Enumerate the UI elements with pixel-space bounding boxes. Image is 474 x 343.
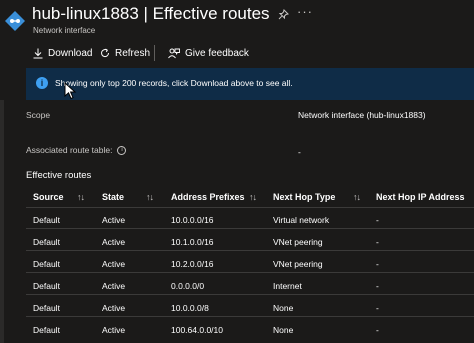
column-header-next-hop-type[interactable]: Next Hop Type xyxy=(273,192,335,202)
cell-next-hop-type: Internet xyxy=(273,281,302,291)
refresh-label: Refresh xyxy=(115,47,151,59)
cell-next-hop-ip: - xyxy=(376,325,379,335)
info-circle-icon[interactable]: i xyxy=(117,146,127,156)
cell-next-hop-ip: - xyxy=(376,259,379,269)
info-banner-text: Showing only top 200 records, click Down… xyxy=(55,78,293,88)
cell-next-hop-ip: - xyxy=(376,303,379,313)
cell-source: Default xyxy=(33,325,60,335)
scope-value: Network interface (hub-linux1883) xyxy=(298,110,426,120)
sort-state-icon[interactable]: ↑↓ xyxy=(146,192,154,202)
cell-state: Active xyxy=(102,215,126,225)
refresh-icon xyxy=(100,48,110,58)
route-table-label: Associated route table: i xyxy=(26,145,127,156)
pin-icon[interactable] xyxy=(278,9,289,23)
column-header-state[interactable]: State xyxy=(102,192,124,202)
table-row xyxy=(26,294,474,316)
download-label: Download xyxy=(48,47,93,59)
table-row xyxy=(26,316,474,338)
cell-address-prefix: 100.64.0.0/10 xyxy=(171,325,223,335)
column-header-next-hop-ip[interactable]: Next Hop IP Address xyxy=(376,192,465,202)
refresh-button[interactable]: Refresh xyxy=(100,45,150,61)
cell-address-prefix: 10.1.0.0/16 xyxy=(171,237,214,247)
cell-source: Default xyxy=(33,215,60,225)
cell-address-prefix: 10.0.0.0/8 xyxy=(171,303,209,313)
sort-address-prefixes-icon[interactable]: ↑↓ xyxy=(249,192,257,202)
page-title: hub-linux1883 | Effective routes xyxy=(32,4,270,23)
cell-next-hop-ip: - xyxy=(376,215,379,225)
cell-next-hop-type: VNet peering xyxy=(273,237,323,247)
cell-next-hop-type: None xyxy=(273,325,294,335)
download-icon xyxy=(33,48,43,59)
feedback-icon xyxy=(168,48,180,59)
route-table-label-text: Associated route table: xyxy=(26,145,113,155)
cell-source: Default xyxy=(33,237,60,247)
scope-label: Scope xyxy=(26,110,51,120)
left-panel-edge xyxy=(0,100,4,343)
section-title: Effective routes xyxy=(26,170,92,181)
cell-state: Active xyxy=(102,325,126,335)
feedback-label: Give feedback xyxy=(185,47,249,59)
table-row xyxy=(26,250,474,272)
cell-source: Default xyxy=(33,281,60,291)
cell-state: Active xyxy=(102,303,126,313)
cell-address-prefix: 0.0.0.0/0 xyxy=(171,281,205,291)
sort-next-hop-type-icon[interactable]: ↑↓ xyxy=(353,192,361,202)
column-header-source[interactable]: Source xyxy=(33,192,64,202)
toolbar-divider xyxy=(154,45,155,61)
mouse-cursor-icon xyxy=(64,81,78,100)
cell-state: Active xyxy=(102,281,126,291)
cell-address-prefix: 10.0.0.0/16 xyxy=(171,215,214,225)
more-options-icon[interactable]: ··· xyxy=(297,4,313,19)
give-feedback-button[interactable]: Give feedback xyxy=(168,45,249,61)
info-icon: i xyxy=(36,77,48,89)
network-interface-icon xyxy=(4,10,26,32)
cell-state: Active xyxy=(102,259,126,269)
table-row xyxy=(26,207,474,229)
cell-next-hop-type: Virtual network xyxy=(273,215,330,225)
cell-next-hop-type: VNet peering xyxy=(273,259,323,269)
download-button[interactable]: Download xyxy=(33,45,92,61)
cell-source: Default xyxy=(33,303,60,313)
column-header-address-prefixes[interactable]: Address Prefixes xyxy=(171,192,245,202)
cell-next-hop-ip: - xyxy=(376,237,379,247)
cell-next-hop-type: None xyxy=(273,303,294,313)
cell-next-hop-ip: - xyxy=(376,281,379,291)
page-subtitle: Network interface xyxy=(33,26,96,35)
table-row xyxy=(26,228,474,250)
route-table-value: - xyxy=(298,147,301,157)
sort-source-icon[interactable]: ↑↓ xyxy=(77,192,85,202)
cell-state: Active xyxy=(102,237,126,247)
cell-address-prefix: 10.2.0.0/16 xyxy=(171,259,214,269)
table-row xyxy=(26,272,474,294)
cell-source: Default xyxy=(33,259,60,269)
